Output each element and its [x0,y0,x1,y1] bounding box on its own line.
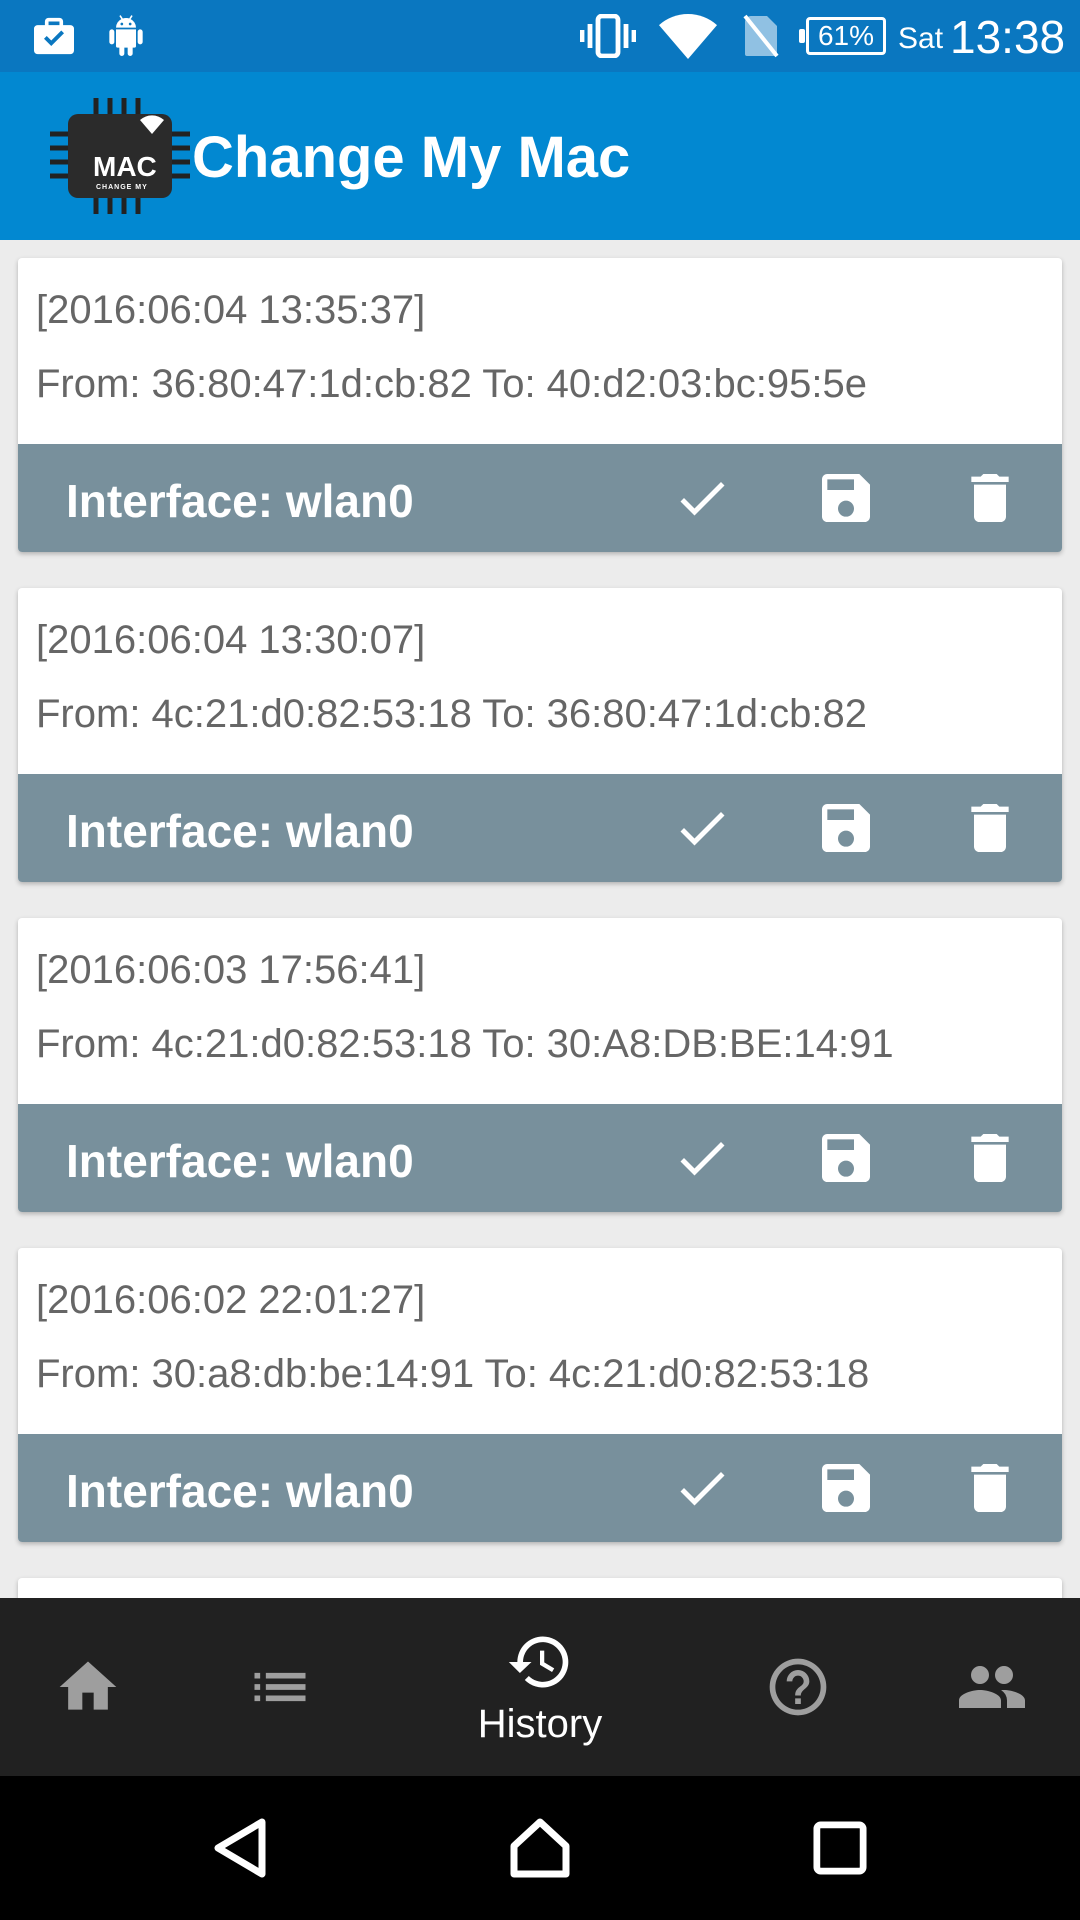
system-recents-button[interactable] [804,1812,876,1884]
save-icon [822,804,870,852]
history-mac-change: From: 36:80:47:1d:cb:82 To: 40:d2:03:bc:… [36,362,867,406]
app-bar: MAC CHANGE MY Change My Mac [0,72,1080,240]
history-timestamp: [2016:06:03 17:56:41] [36,948,426,992]
help-icon [769,1658,827,1716]
status-day: Sat [898,22,944,55]
nav-history[interactable]: History [440,1598,640,1776]
check-icon [680,482,725,516]
delete-icon [971,1464,1009,1512]
history-card: [2016:06:04 13:30:07] From: 4c:21:d0:82:… [18,588,1062,882]
history-card: [2016:06:04 13:35:37] From: 36:80:47:1d:… [18,258,1062,552]
recents-icon [813,1821,867,1875]
nav-history-label: History [477,1701,603,1746]
apply-button[interactable] [666,1122,738,1194]
home-icon [59,1661,117,1710]
bottom-navigation: History [0,1598,1080,1776]
history-card-footer: Interface: wlan0 [18,1104,1062,1212]
back-icon [214,1818,266,1878]
apply-button[interactable] [666,462,738,534]
no-sim-icon [736,12,786,60]
delete-icon [971,804,1009,852]
check-icon [680,1472,725,1506]
delete-icon [971,1134,1009,1182]
briefcase-check-icon [30,12,78,60]
delete-button[interactable] [954,792,1026,864]
status-time: 13:38 [950,11,1066,63]
app-title: Change My Mac [192,125,631,190]
save-icon [822,1464,870,1512]
battery-icon: 61% [799,17,886,55]
history-interface: Interface: wlan0 [66,475,414,527]
save-button[interactable] [810,792,882,864]
history-mac-change: From: 4c:21:d0:82:53:18 To: 30:A8:DB:BE:… [36,1022,894,1066]
history-timestamp: [2016:06:04 13:35:37] [36,288,426,332]
nav-people[interactable] [944,1598,1040,1776]
save-icon [822,474,870,522]
save-icon [822,1134,870,1182]
nav-home[interactable] [40,1598,136,1776]
history-timestamp: [2016:06:04 13:30:07] [36,618,426,662]
apply-button[interactable] [666,792,738,864]
wifi-icon [658,12,718,60]
history-icon [508,1636,569,1687]
nav-list[interactable] [232,1598,328,1776]
android-icon [102,12,150,60]
system-back-button[interactable] [204,1812,276,1884]
delete-button[interactable] [954,1452,1026,1524]
history-mac-change: From: 30:a8:db:be:14:91 To: 4c:21:d0:82:… [36,1352,870,1396]
history-card-footer: Interface: wlan0 [18,1434,1062,1542]
list-icon [254,1672,306,1702]
vibrate-icon [578,12,638,60]
history-card-footer: Interface: wlan0 [18,444,1062,552]
nav-help[interactable] [750,1598,846,1776]
apply-button[interactable] [666,1452,738,1524]
save-button[interactable] [810,462,882,534]
delete-button[interactable] [954,1122,1026,1194]
history-list[interactable]: [2016:06:04 13:35:37] From: 36:80:47:1d:… [0,240,1080,1598]
app-logo-subtext: CHANGE MY [96,184,148,191]
history-card-footer: Interface: wlan0 [18,774,1062,882]
history-interface: Interface: wlan0 [66,1465,414,1517]
status-bar: 61% Sat 13:38 [0,0,1080,72]
check-icon [680,1142,725,1176]
system-home-button[interactable] [504,1812,576,1884]
history-interface: Interface: wlan0 [66,805,414,857]
history-timestamp: [2016:06:02 22:01:27] [36,1278,426,1322]
delete-button[interactable] [954,462,1026,534]
check-icon [680,812,725,846]
history-card: [2016:06:02 22:01:27] From: 30:a8:db:be:… [18,1248,1062,1542]
system-navigation [0,1776,1080,1920]
home-outline-icon [510,1818,570,1878]
delete-icon [971,474,1009,522]
history-mac-change: From: 4c:21:d0:82:53:18 To: 36:80:47:1d:… [36,692,867,736]
save-button[interactable] [810,1122,882,1194]
app-logo-text: MAC [93,151,157,182]
people-icon [959,1666,1025,1708]
history-card [18,1578,1062,1598]
history-card: [2016:06:03 17:56:41] From: 4c:21:d0:82:… [18,918,1062,1212]
save-button[interactable] [810,1452,882,1524]
history-interface: Interface: wlan0 [66,1135,414,1187]
